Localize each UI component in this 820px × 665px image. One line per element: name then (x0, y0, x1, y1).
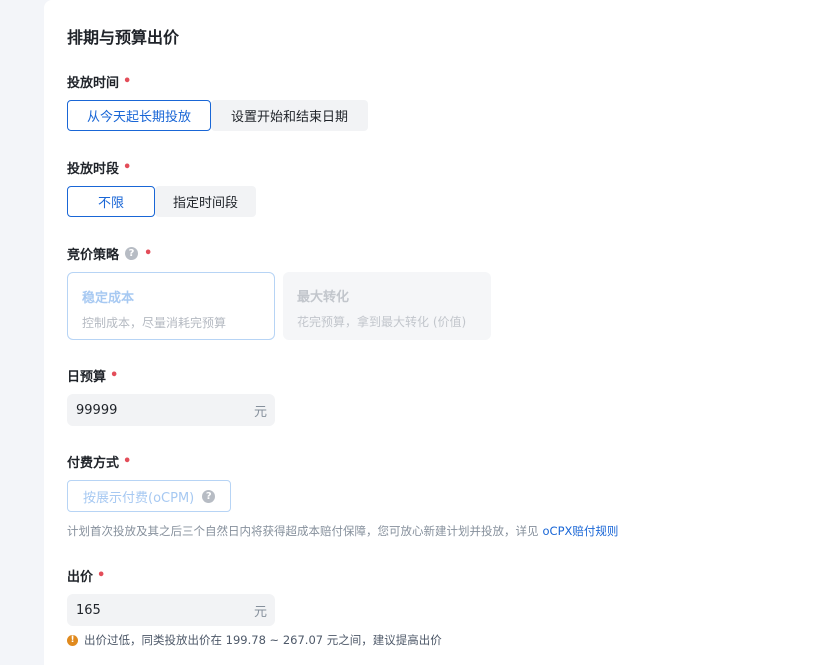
payment-option-ocpm[interactable]: 按展示付费(oCPM) ? (67, 480, 232, 512)
time-period-segmented: 不限 指定时间段 (67, 186, 256, 217)
bid-warning: ! 出价过低，同类投放出价在 199.78 ~ 267.07 元之间，建议提高出… (67, 632, 442, 648)
daily-budget-label-text: 日预算 (67, 370, 107, 385)
strategy-title: 稳定成本 (82, 291, 135, 306)
daily-budget-label: 日预算 • (67, 366, 118, 385)
required-mark: • (110, 368, 119, 383)
payment-label-text: 付费方式 (67, 456, 120, 471)
schedule-option-date-range[interactable]: 设置开始和结束日期 (211, 100, 368, 131)
required-mark: • (97, 568, 106, 583)
strategy-title: 最大转化 (297, 290, 350, 305)
strategy-card-stable-cost[interactable]: 稳定成本 控制成本，尽量消耗完预算 (67, 272, 275, 340)
payment-option-label: 按展示付费(oCPM) (83, 490, 195, 506)
currency-unit: 元 (253, 604, 267, 620)
schedule-label-text: 投放时间 (67, 76, 120, 91)
payment-hint: 计划首次投放及其之后三个自然日内将获得超成本赔付保障，您可放心新建计划并投放，详… (67, 523, 618, 539)
schedule-budget-card: 排期与预算出价 投放时间 • 从今天起长期投放 设置开始和结束日期 投放时段 •… (44, 0, 820, 665)
required-mark: • (123, 74, 132, 89)
bid-label: 出价 • (67, 566, 105, 585)
help-icon[interactable]: ? (202, 489, 216, 503)
daily-budget-value: 99999 (76, 402, 118, 418)
required-mark: • (123, 160, 132, 175)
payment-hint-text: 计划首次投放及其之后三个自然日内将获得超成本赔付保障，您可放心新建计划并投放，详… (67, 524, 539, 538)
schedule-option-long-term[interactable]: 从今天起长期投放 (67, 100, 211, 131)
bid-warning-text: 出价过低，同类投放出价在 199.78 ~ 267.07 元之间，建议提高出价 (84, 633, 442, 647)
ocpx-compensation-rules-link[interactable]: oCPX赔付规则 (543, 524, 619, 538)
daily-budget-input[interactable]: 99999 元 (67, 394, 275, 426)
bid-strategy-label-text: 竞价策略 (67, 248, 120, 263)
schedule-label: 投放时间 • (67, 72, 131, 91)
required-mark: • (144, 246, 153, 261)
bid-strategy-label: 竞价策略 ? • (67, 244, 152, 263)
required-mark: • (123, 454, 132, 469)
section-title: 排期与预算出价 (67, 28, 180, 47)
strategy-desc: 花完预算，拿到最大转化 (价值) (297, 315, 467, 329)
currency-unit: 元 (253, 404, 267, 420)
help-icon[interactable]: ? (125, 247, 139, 260)
schedule-segmented: 从今天起长期投放 设置开始和结束日期 (67, 100, 368, 131)
bid-value: 165 (76, 602, 101, 618)
time-period-label: 投放时段 • (67, 158, 131, 177)
bid-label-text: 出价 (67, 570, 94, 585)
strategy-card-max-conversion[interactable]: 最大转化 花完预算，拿到最大转化 (价值) (283, 272, 491, 340)
time-period-label-text: 投放时段 (67, 162, 120, 177)
bid-input[interactable]: 165 元 (67, 594, 275, 626)
warning-icon: ! (67, 634, 78, 646)
strategy-desc: 控制成本，尽量消耗完预算 (82, 316, 227, 330)
time-period-option-specified[interactable]: 指定时间段 (155, 186, 256, 217)
time-period-option-unlimited[interactable]: 不限 (67, 186, 155, 217)
payment-label: 付费方式 • (67, 452, 131, 471)
